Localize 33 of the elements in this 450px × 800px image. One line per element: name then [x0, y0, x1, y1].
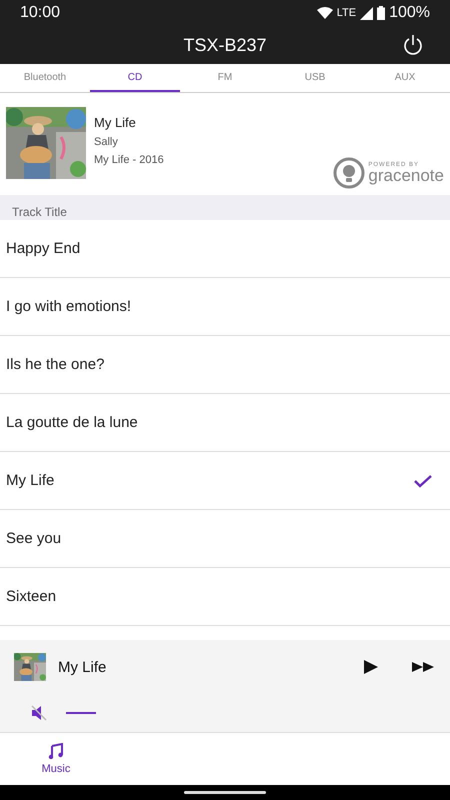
track-row[interactable]: See you [0, 510, 450, 568]
battery-percent: 100% [389, 4, 430, 22]
track-row[interactable]: I go with emotions! [0, 278, 450, 336]
wifi-icon [316, 7, 333, 19]
music-note-icon [48, 743, 64, 759]
home-handle[interactable] [184, 791, 266, 794]
track-title: See you [6, 530, 62, 547]
mute-icon[interactable] [30, 704, 48, 722]
track-row[interactable]: My Life [0, 452, 450, 510]
track-title: Ils he the one? [6, 356, 104, 373]
power-icon[interactable] [402, 34, 424, 56]
gracenote-wordmark: gracenote [368, 168, 444, 184]
app-title: TSX-B237 [183, 34, 267, 56]
gracenote-logo-icon [333, 157, 366, 189]
album-info: My Life - 2016 [94, 154, 164, 166]
signal-icon [360, 6, 374, 20]
track-title: My Life [6, 472, 54, 489]
now-playing-title: My Life [58, 658, 108, 676]
artist-name: Sally [94, 136, 119, 148]
album-title: My Life [94, 115, 137, 130]
track-row[interactable]: Sixteen [0, 568, 450, 626]
track-title: La goutte de la lune [6, 414, 138, 431]
network-label: LTE [336, 7, 356, 19]
track-row[interactable]: La goutte de la lune [0, 394, 450, 452]
track-row[interactable]: Ils he the one? [0, 336, 450, 394]
status-time: 10:00 [20, 4, 60, 22]
track-title: Sixteen [6, 588, 56, 605]
track-title: I go with emotions! [6, 298, 132, 315]
battery-icon [377, 6, 386, 20]
section-header: Track Title [12, 205, 67, 219]
track-title: Happy End [6, 240, 80, 257]
nav-tab[interactable]: Music [0, 733, 112, 785]
track-row[interactable]: Happy End [0, 220, 450, 278]
